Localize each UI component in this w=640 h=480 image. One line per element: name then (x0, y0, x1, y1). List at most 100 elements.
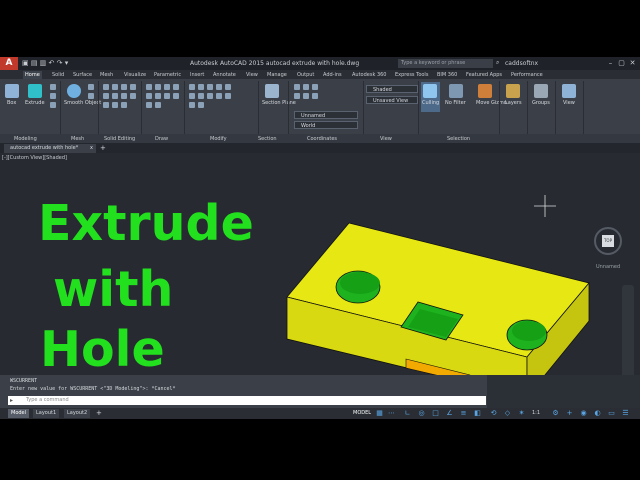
3d-osnap-icon[interactable]: ◇ (504, 410, 511, 417)
model-space-toggle[interactable]: MODEL (350, 409, 374, 418)
tab-bim-360[interactable]: BIM 360 (437, 71, 457, 79)
ucs-3point-icon[interactable] (303, 93, 309, 99)
box-tool[interactable] (5, 84, 19, 98)
view-tool[interactable] (562, 84, 576, 98)
tab-surface[interactable]: Surface (73, 71, 92, 79)
rectangle-icon[interactable] (146, 93, 152, 99)
hatch-icon[interactable] (164, 93, 170, 99)
fillet-edge-icon[interactable] (103, 93, 109, 99)
selection-cycling-icon[interactable]: ⟲ (490, 410, 497, 417)
world-dropdown[interactable]: World (294, 121, 358, 129)
polar-icon[interactable]: ◎ (418, 410, 425, 417)
trim-icon[interactable] (207, 84, 213, 90)
loft-icon[interactable] (50, 93, 56, 99)
customize-icon[interactable]: ☰ (622, 410, 629, 417)
new-tab-button[interactable]: + (100, 144, 106, 153)
tab-insert[interactable]: Insert (190, 71, 204, 79)
mesh-refine-icon[interactable] (88, 93, 94, 99)
isolate-objects-icon[interactable]: ◐ (594, 410, 601, 417)
tab-add-ins[interactable]: Add-ins (323, 71, 342, 79)
stretch-icon[interactable] (198, 93, 204, 99)
clean-screen-icon[interactable]: ▭ (608, 410, 615, 417)
move-icon[interactable] (189, 84, 195, 90)
ucs-face-icon[interactable] (312, 93, 318, 99)
group-selection[interactable]: Selection (447, 135, 470, 143)
saved-view-dropdown[interactable]: Unsaved View (366, 96, 418, 104)
file-tab[interactable]: autocad extrude with hole* x (4, 144, 96, 153)
intersect-icon[interactable] (121, 84, 127, 90)
minimize-button[interactable]: – (606, 59, 615, 68)
move-gizmo-tool[interactable] (478, 84, 492, 98)
ucs-world-icon[interactable] (303, 84, 309, 90)
mesh-icon[interactable] (88, 84, 94, 90)
command-input[interactable]: Type a command (8, 396, 486, 405)
tab-view[interactable]: View (246, 71, 258, 79)
group-modeling[interactable]: Modeling (14, 135, 37, 143)
sweep-icon[interactable] (50, 102, 56, 108)
viewcube[interactable]: TOP (594, 227, 622, 255)
group-mesh[interactable]: Mesh (71, 135, 84, 143)
group-coordinates[interactable]: Coordinates (307, 135, 337, 143)
separate-icon[interactable] (103, 102, 109, 108)
mirror-icon[interactable] (225, 84, 231, 90)
imprint-icon[interactable] (112, 102, 118, 108)
offset-edge-icon[interactable] (121, 102, 127, 108)
workspace-gear-icon[interactable]: ⚙ (552, 410, 559, 417)
smooth-object-tool[interactable] (67, 84, 81, 98)
osnap-icon[interactable]: □ (432, 410, 439, 417)
section-plane-tool[interactable] (265, 84, 279, 98)
autocad-logo-icon[interactable]: A (0, 57, 18, 70)
layout1-tab[interactable]: Layout1 (33, 409, 60, 418)
layout2-tab[interactable]: Layout2 (64, 409, 91, 418)
presspull-icon[interactable] (130, 84, 136, 90)
offset-icon[interactable] (198, 102, 204, 108)
copy-icon[interactable] (216, 84, 222, 90)
fillet-icon[interactable] (189, 93, 195, 99)
polyline-icon[interactable] (155, 84, 161, 90)
grid-icon[interactable]: ▦ (376, 410, 383, 417)
chamfer-edge-icon[interactable] (112, 93, 118, 99)
ucs-icon[interactable] (294, 84, 300, 90)
viewcube-top-face[interactable]: TOP (602, 235, 614, 247)
arc-icon[interactable] (173, 84, 179, 90)
polygon-icon[interactable] (146, 102, 152, 108)
array-icon[interactable] (216, 93, 222, 99)
tab-home[interactable]: Home (23, 71, 42, 79)
no-filter-tool[interactable] (449, 84, 463, 98)
ortho-icon[interactable]: ∟ (404, 410, 411, 417)
subtract-icon[interactable] (112, 84, 118, 90)
groups-tool[interactable] (534, 84, 548, 98)
visual-style-dropdown[interactable]: Shaded (366, 85, 418, 93)
tab-featured-apps[interactable]: Featured Apps (466, 71, 502, 79)
union-icon[interactable] (103, 84, 109, 90)
annotation-scale[interactable]: 1:1 (532, 409, 540, 418)
group-solid-editing[interactable]: Solid Editing (104, 135, 135, 143)
tab-mesh[interactable]: Mesh (100, 71, 113, 79)
tab-performance[interactable]: Performance (511, 71, 543, 79)
tab-parametric[interactable]: Parametric (154, 71, 181, 79)
ucs-dropdown[interactable]: Unnamed (294, 111, 358, 119)
culling-tool[interactable] (421, 82, 440, 112)
tab-manage[interactable]: Manage (267, 71, 287, 79)
rotate-icon[interactable] (198, 84, 204, 90)
ucs-z-icon[interactable] (294, 93, 300, 99)
units-icon[interactable]: ◉ (580, 410, 587, 417)
point-icon[interactable] (155, 102, 161, 108)
group-section[interactable]: Section (258, 135, 277, 143)
close-button[interactable]: ✕ (628, 59, 637, 68)
drawing-viewport[interactable]: [-][Custom View][Shaded] Extrude with Ho… (0, 153, 640, 375)
spline-icon[interactable] (173, 93, 179, 99)
erase-icon[interactable] (225, 93, 231, 99)
transparency-icon[interactable]: ◧ (474, 410, 481, 417)
explode-icon[interactable] (189, 102, 195, 108)
tab-annotate[interactable]: Annotate (213, 71, 236, 79)
search-input[interactable]: Type a keyword or phrase (398, 59, 493, 68)
user-name[interactable]: caddsoftnx (505, 60, 538, 67)
lineweight-icon[interactable]: ≡ (460, 410, 467, 417)
wcs-menu[interactable]: Unnamed (596, 264, 620, 270)
tab-autodesk-360[interactable]: Autodesk 360 (352, 71, 387, 79)
tab-output[interactable]: Output (297, 71, 314, 79)
scale-icon[interactable] (207, 93, 213, 99)
layers-tool[interactable] (506, 84, 520, 98)
snap-icon[interactable]: ⋯ (388, 410, 395, 417)
